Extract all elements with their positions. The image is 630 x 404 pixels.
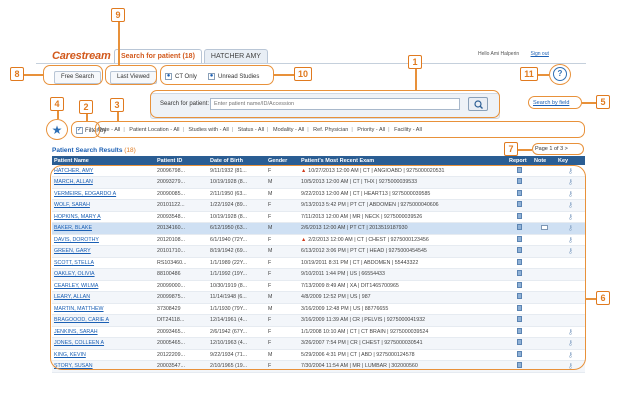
callout-11: 11 [520, 67, 538, 81]
callout-box-6 [50, 165, 586, 370]
col-patient-name[interactable]: Patient Name [52, 156, 155, 165]
callout-6: 6 [596, 291, 610, 305]
callout-box-4 [46, 119, 68, 140]
col-gender[interactable]: Gender [266, 156, 299, 165]
results-count: (18) [124, 147, 136, 154]
callout-box-9 [105, 65, 157, 85]
results-title-text: Patient Search Results [52, 147, 123, 154]
results-title: Patient Search Results (18) [52, 147, 136, 154]
col-recent-exam[interactable]: Patient's Most Recent Exam [299, 156, 507, 165]
app-logo: Carestream [52, 50, 111, 62]
callout-4: 4 [50, 97, 64, 111]
tab-bar: Search for patient (18) HATCHER AMY [114, 49, 268, 63]
col-note[interactable]: Note [532, 156, 556, 165]
callout-leader-3 [117, 112, 119, 121]
callout-9: 9 [111, 8, 125, 22]
callout-box-1 [150, 90, 500, 118]
tab-hatcher-amy[interactable]: HATCHER AMY [203, 49, 268, 63]
callout-8: 8 [10, 67, 24, 81]
callout-box-10 [160, 65, 274, 85]
callout-leader-2 [86, 114, 88, 121]
callout-leader-6 [586, 298, 596, 300]
callout-leader-11 [538, 74, 549, 76]
col-date-of-birth[interactable]: Date of Birth [208, 156, 266, 165]
callout-7: 7 [504, 142, 518, 156]
user-greeting: Hello Ami Halperin [478, 51, 520, 57]
callout-2: 2 [79, 100, 93, 114]
callout-leader-4 [57, 111, 59, 119]
sign-out-link[interactable]: Sign out [531, 51, 549, 57]
callout-10: 10 [294, 67, 312, 81]
user-bar: Hello Ami Halperin Sign out [478, 51, 549, 57]
callout-box-3 [95, 121, 585, 138]
callout-leader-10 [274, 74, 294, 76]
col-patient-id[interactable]: Patient ID [155, 156, 208, 165]
callout-leader-1 [415, 69, 417, 90]
col-report[interactable]: Report [507, 156, 532, 165]
callout-leader-8 [24, 74, 43, 76]
callout-box-7 [532, 143, 584, 155]
callout-leader-5 [582, 102, 596, 104]
callout-leader-7 [518, 149, 532, 151]
callout-box-11 [549, 64, 571, 85]
callout-box-8 [43, 65, 103, 85]
table-header-row: Patient Name Patient ID Date of Birth Ge… [52, 156, 585, 165]
callout-box-5 [528, 96, 582, 109]
tab-search-for-patient[interactable]: Search for patient (18) [114, 49, 202, 63]
callout-3: 3 [110, 98, 124, 112]
col-key[interactable]: Key [556, 156, 585, 165]
callout-leader-9 [118, 22, 120, 65]
callout-1: 1 [408, 55, 422, 69]
callout-5: 5 [596, 95, 610, 109]
